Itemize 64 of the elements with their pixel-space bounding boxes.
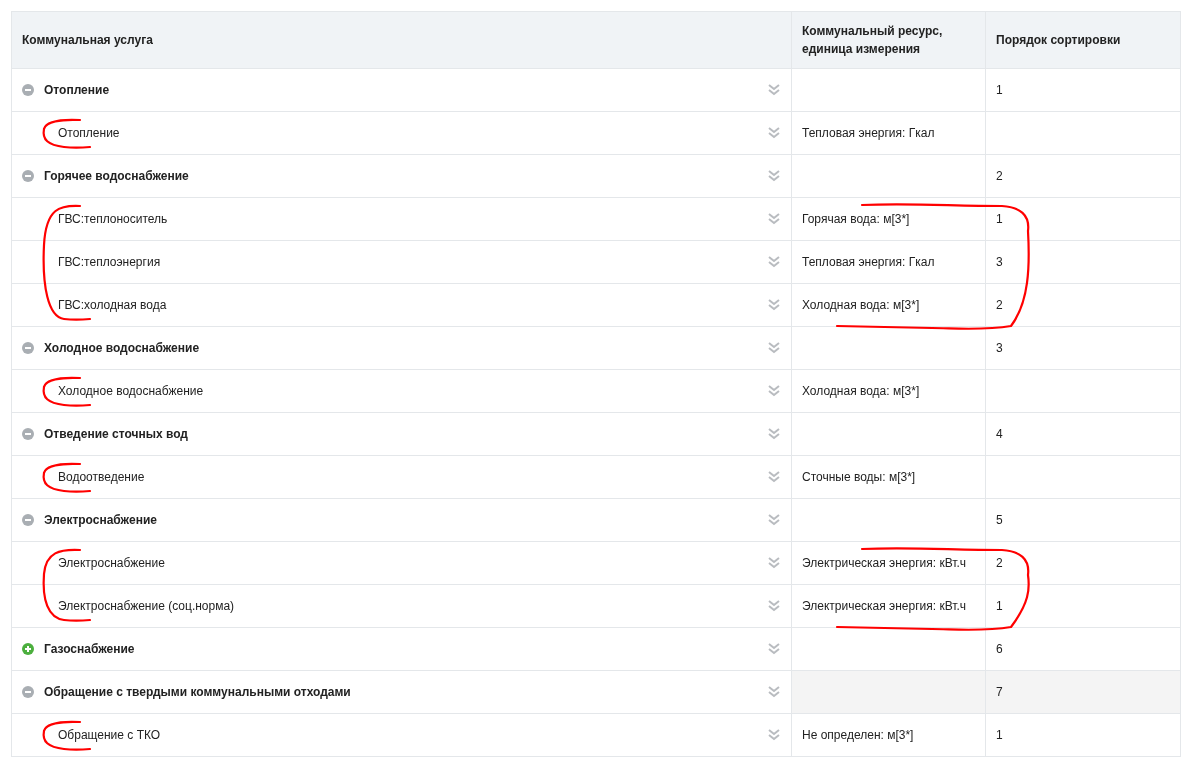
sort-order: 3 bbox=[996, 255, 1003, 269]
service-group-name: Отведение сточных вод bbox=[44, 426, 188, 443]
sort-order: 1 bbox=[996, 728, 1003, 742]
double-chevron-icon[interactable] bbox=[767, 513, 781, 527]
service-name: Электроснабжение bbox=[58, 555, 165, 572]
sort-order: 2 bbox=[996, 298, 1003, 312]
sort-order: 1 bbox=[996, 83, 1003, 97]
double-chevron-icon[interactable] bbox=[767, 83, 781, 97]
service-group-name: Электроснабжение bbox=[44, 512, 157, 529]
service-group-name: Холодное водоснабжение bbox=[44, 340, 200, 357]
column-header: Коммунальная услуга bbox=[22, 33, 153, 47]
collapse-icon[interactable] bbox=[22, 428, 34, 440]
sort-order: 4 bbox=[996, 427, 1003, 441]
sort-order: 6 bbox=[996, 642, 1003, 656]
double-chevron-icon[interactable] bbox=[767, 470, 781, 484]
double-chevron-icon[interactable] bbox=[767, 384, 781, 398]
sort-order: 5 bbox=[996, 513, 1003, 527]
column-header: Порядок сортировки bbox=[996, 33, 1121, 47]
service-name: ГВС:холодная вода bbox=[58, 297, 167, 314]
resource-unit: Не определен: м[3*] bbox=[802, 728, 914, 742]
double-chevron-icon[interactable] bbox=[767, 599, 781, 613]
collapse-icon[interactable] bbox=[22, 342, 34, 354]
resource-unit: Холодная вода: м[3*] bbox=[802, 298, 920, 312]
resource-unit: Тепловая энергия: Гкал bbox=[802, 126, 935, 140]
resource-unit: Сточные воды: м[3*] bbox=[802, 470, 916, 484]
service-name: Электроснабжение (соц.норма) bbox=[58, 598, 235, 615]
service-group-name: Горячее водоснабжение bbox=[44, 168, 189, 185]
double-chevron-icon[interactable] bbox=[767, 341, 781, 355]
double-chevron-icon[interactable] bbox=[767, 642, 781, 656]
resource-unit: Электрическая энергия: кВт.ч bbox=[802, 556, 967, 570]
service-name: Водоотведение bbox=[58, 469, 145, 486]
service-group-name: Отопление bbox=[44, 82, 110, 99]
double-chevron-icon[interactable] bbox=[767, 298, 781, 312]
collapse-icon[interactable] bbox=[22, 686, 34, 698]
collapse-icon[interactable] bbox=[22, 84, 34, 96]
sort-order: 2 bbox=[996, 556, 1003, 570]
double-chevron-icon[interactable] bbox=[767, 212, 781, 226]
sort-order: 1 bbox=[996, 599, 1003, 613]
service-name: Холодное водоснабжение bbox=[58, 383, 204, 400]
resource-unit: Электрическая энергия: кВт.ч bbox=[802, 599, 967, 613]
resource-unit: Тепловая энергия: Гкал bbox=[802, 255, 935, 269]
double-chevron-icon[interactable] bbox=[767, 728, 781, 742]
double-chevron-icon[interactable] bbox=[767, 169, 781, 183]
double-chevron-icon[interactable] bbox=[767, 255, 781, 269]
collapse-icon[interactable] bbox=[22, 170, 34, 182]
resource-unit: Холодная вода: м[3*] bbox=[802, 384, 920, 398]
service-name: Обращение с ТКО bbox=[58, 727, 161, 744]
sort-order: 3 bbox=[996, 341, 1003, 355]
resource-unit: Горячая вода: м[3*] bbox=[802, 212, 910, 226]
service-name: ГВС:теплоэнергия bbox=[58, 254, 161, 271]
collapse-icon[interactable] bbox=[22, 514, 34, 526]
sort-order: 1 bbox=[996, 212, 1003, 226]
service-group-name: Обращение с твердыми коммунальными отходами bbox=[44, 684, 351, 701]
double-chevron-icon[interactable] bbox=[767, 685, 781, 699]
service-name: ГВС:теплоноситель bbox=[58, 211, 168, 228]
service-name: Отопление bbox=[58, 125, 120, 142]
column-header: Коммунальный ресурс, единица измерения bbox=[802, 24, 943, 56]
double-chevron-icon[interactable] bbox=[767, 126, 781, 140]
expand-icon[interactable] bbox=[22, 643, 34, 655]
sort-order: 2 bbox=[996, 169, 1003, 183]
double-chevron-icon[interactable] bbox=[767, 427, 781, 441]
service-group-name: Газоснабжение bbox=[44, 641, 135, 658]
sort-order: 7 bbox=[996, 685, 1003, 699]
double-chevron-icon[interactable] bbox=[767, 556, 781, 570]
